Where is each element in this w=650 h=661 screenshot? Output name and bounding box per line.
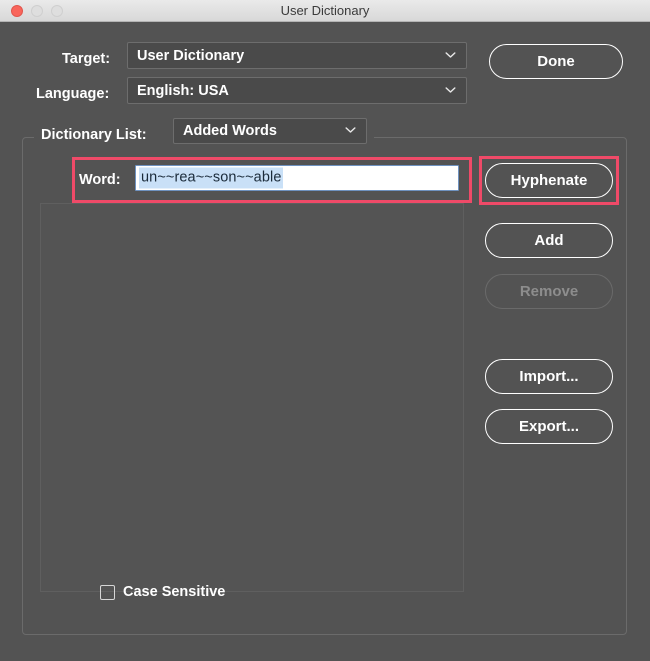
chevron-down-icon — [445, 49, 456, 60]
checkbox-box-icon[interactable] — [100, 585, 115, 600]
word-input[interactable]: un~~rea~~son~~able — [135, 165, 459, 191]
export-button[interactable]: Export... — [485, 409, 613, 444]
remove-button: Remove — [485, 274, 613, 309]
dictionary-list-label: Dictionary List: — [41, 127, 147, 143]
word-label: Word: — [79, 172, 121, 188]
user-dictionary-dialog: User Dictionary Target: User Dictionary … — [0, 0, 650, 661]
chevron-down-icon — [345, 124, 356, 135]
target-select[interactable]: User Dictionary — [127, 42, 467, 69]
chevron-down-icon — [445, 84, 456, 95]
done-button[interactable]: Done — [489, 44, 623, 79]
word-list[interactable] — [40, 203, 464, 592]
add-button[interactable]: Add — [485, 223, 613, 258]
hyphenate-button[interactable]: Hyphenate — [485, 163, 613, 198]
case-sensitive-checkbox[interactable]: Case Sensitive — [100, 584, 300, 604]
language-select-value: English: USA — [137, 82, 229, 99]
titlebar: User Dictionary — [0, 0, 650, 22]
dialog-body: Target: User Dictionary Language: Englis… — [0, 22, 650, 661]
window-title: User Dictionary — [280, 3, 370, 18]
target-label: Target: — [62, 51, 111, 67]
word-input-value: un~~rea~~son~~able — [139, 167, 283, 189]
dictionary-list-select[interactable]: Added Words — [173, 118, 367, 144]
target-select-value: User Dictionary — [137, 47, 245, 64]
dictionary-list-select-value: Added Words — [183, 123, 277, 139]
language-label: Language: — [36, 86, 110, 102]
language-select[interactable]: English: USA — [127, 77, 467, 104]
import-button[interactable]: Import... — [485, 359, 613, 394]
case-sensitive-label: Case Sensitive — [123, 584, 226, 600]
